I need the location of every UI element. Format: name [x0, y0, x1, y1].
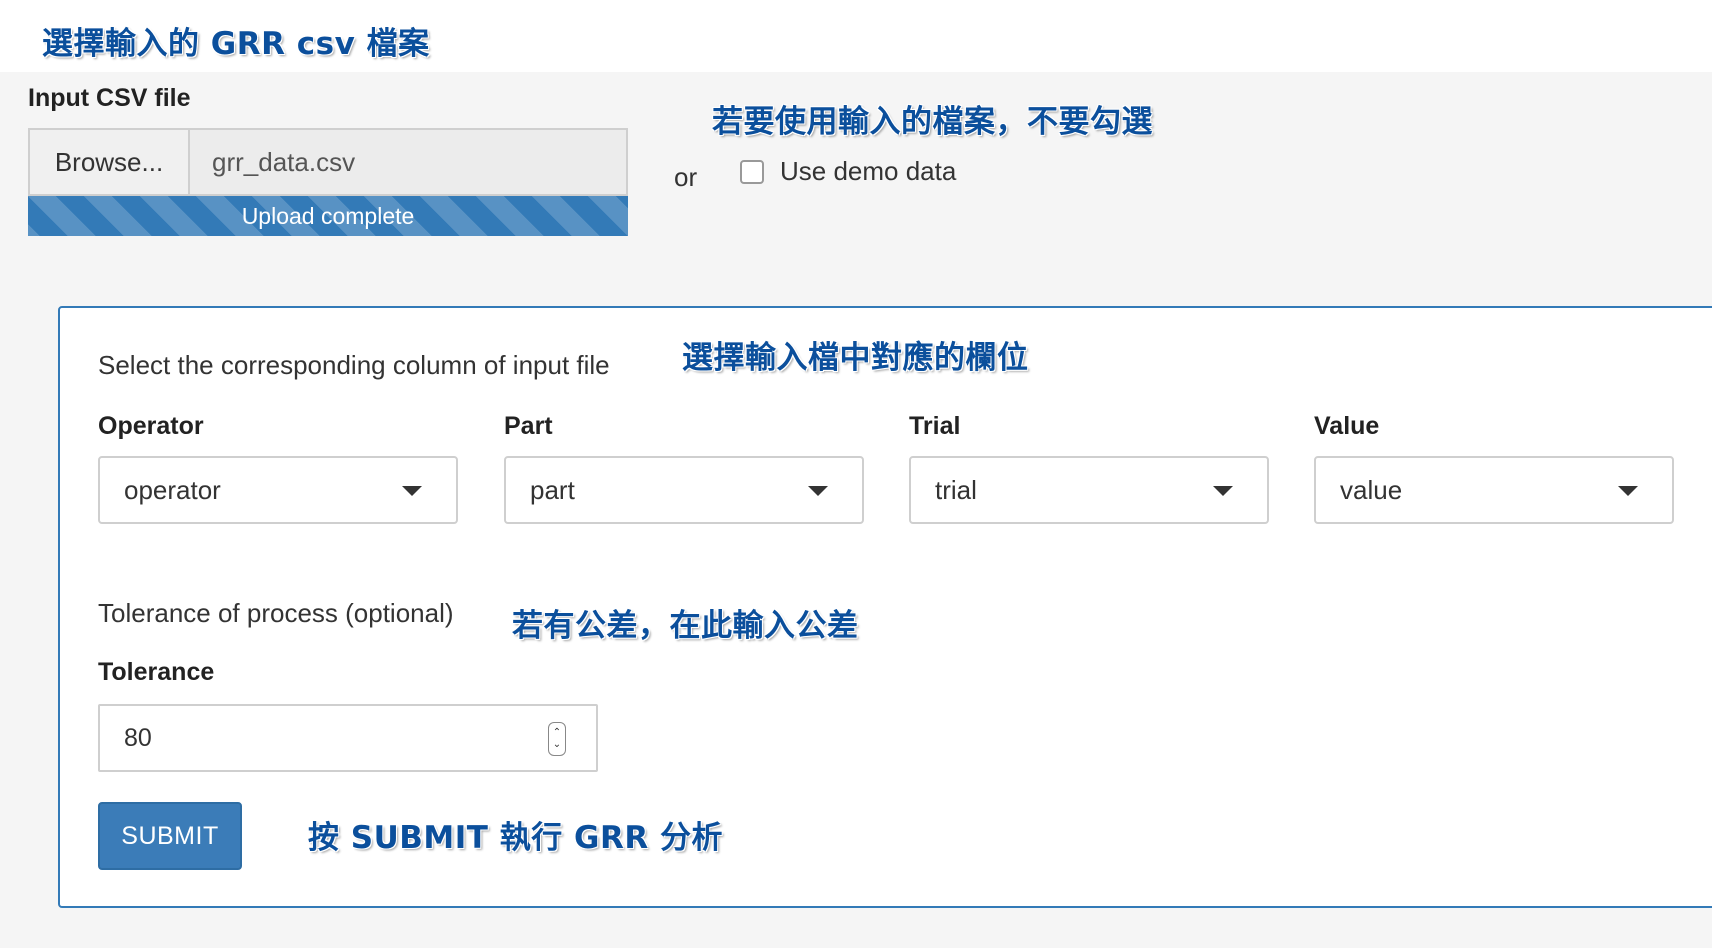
file-name-field[interactable]: grr_data.csv: [188, 128, 628, 196]
demo-checkbox[interactable]: [740, 159, 764, 184]
value-label: Value: [1314, 412, 1380, 440]
caret-down-icon: [1618, 486, 1638, 496]
operator-select[interactable]: operator: [98, 456, 458, 524]
trial-select-value: trial: [935, 474, 977, 505]
operator-select-value: operator: [124, 474, 221, 505]
part-select-value: part: [530, 474, 575, 505]
tolerance-section-text: Tolerance of process (optional): [98, 598, 454, 628]
browse-button[interactable]: Browse...: [28, 128, 188, 196]
caret-down-icon: [808, 486, 828, 496]
annotation-file-select: 選擇輸入的 GRR csv 檔案: [42, 26, 430, 62]
tolerance-label: Tolerance: [98, 658, 215, 686]
value-select-value: value: [1340, 474, 1403, 505]
submit-button[interactable]: SUBMIT: [98, 802, 242, 870]
annotation-no-demo: 若要使用輸入的檔案，不要勾選: [712, 104, 1153, 140]
annotation-submit: 按 SUBMIT 執行 GRR 分析: [308, 820, 724, 856]
column-instruction: Select the corresponding column of input…: [98, 350, 610, 380]
upload-progress-text: Upload complete: [241, 202, 415, 229]
upload-progress-bar: Upload complete: [28, 196, 628, 236]
trial-label: Trial: [909, 412, 961, 440]
part-label: Part: [504, 412, 553, 440]
app-root: 選擇輸入的 GRR csv 檔案 Input CSV file Browse..…: [0, 0, 1712, 948]
file-input-label: Input CSV file: [28, 84, 191, 112]
operator-label: Operator: [98, 412, 204, 440]
number-spinner-icon[interactable]: ⌃ ⌄: [548, 722, 566, 756]
caret-down-icon: [1213, 486, 1233, 496]
value-select[interactable]: value: [1314, 456, 1674, 524]
demo-checkbox-label[interactable]: Use demo data: [780, 156, 956, 187]
trial-select[interactable]: trial: [909, 456, 1269, 524]
part-select[interactable]: part: [504, 456, 864, 524]
annotation-tolerance: 若有公差，在此輸入公差: [512, 608, 859, 644]
tolerance-input[interactable]: 80 ⌃ ⌄: [98, 704, 598, 772]
caret-down-icon: [402, 486, 422, 496]
demo-checkbox-row[interactable]: Use demo data: [740, 156, 956, 187]
file-input-group: Browse... grr_data.csv: [28, 128, 628, 196]
tolerance-value: 80: [124, 723, 152, 752]
annotation-select-columns: 選擇輸入檔中對應的欄位: [682, 340, 1029, 376]
or-text: or: [674, 162, 698, 192]
